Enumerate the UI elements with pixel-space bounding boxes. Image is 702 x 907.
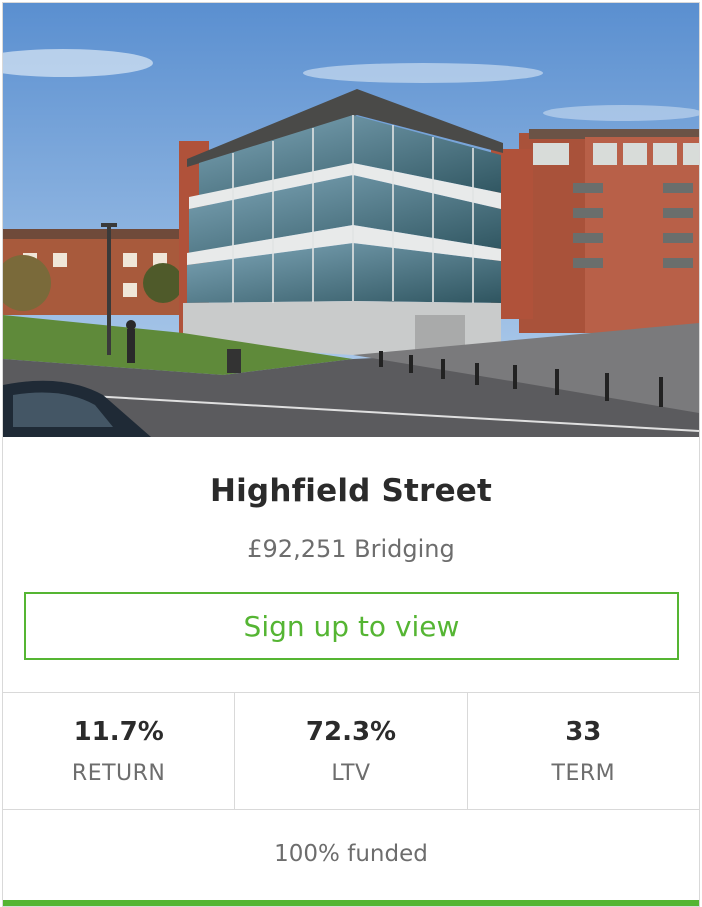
listing-loan-summary: £92,251 Bridging: [247, 535, 455, 563]
stat-return-value: 11.7%: [73, 717, 164, 747]
stat-return-label: RETURN: [71, 761, 166, 786]
listing-title: Highfield Street: [209, 473, 493, 509]
property-photo: [3, 3, 699, 437]
sign-up-to-view-button[interactable]: Sign up to view: [24, 592, 679, 660]
listing-card[interactable]: Highfield Street £92,251 Bridging Sign u…: [2, 2, 700, 907]
stat-ltv: 72.3% LTV: [235, 693, 468, 809]
stat-return: 11.7% RETURN: [3, 693, 236, 809]
stats-row: 11.7% RETURN 72.3% LTV 33 TERM: [3, 692, 699, 810]
stat-term-value: 33: [565, 717, 602, 747]
stat-ltv-value: 72.3%: [305, 717, 397, 747]
funded-status: 100% funded: [274, 841, 428, 867]
stat-ltv-label: LTV: [331, 761, 371, 786]
funding-progress-fill: [3, 900, 699, 906]
funding-progress-bar: [3, 900, 699, 906]
stat-term-label: TERM: [551, 761, 616, 786]
stat-term: 33 TERM: [468, 693, 699, 809]
